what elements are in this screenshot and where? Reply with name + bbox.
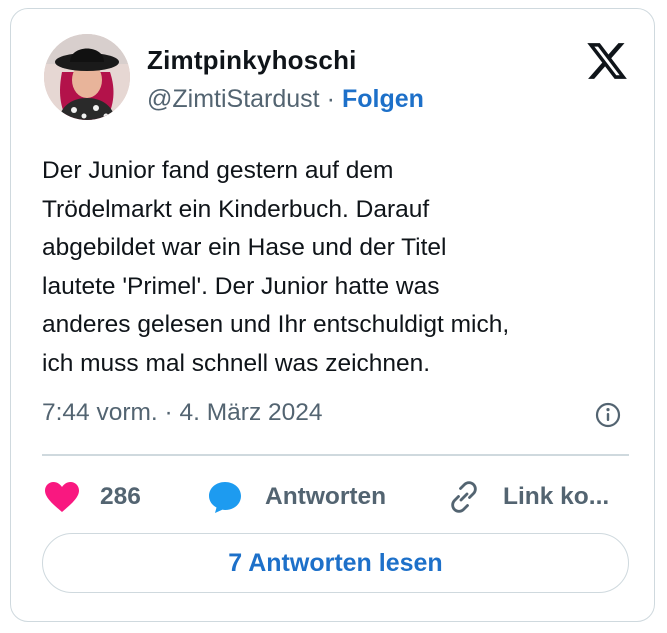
- reply-button[interactable]: Antworten: [207, 479, 386, 515]
- user-avatar-photo: [44, 34, 130, 120]
- author-handle[interactable]: @ZimtiStardust: [147, 85, 320, 113]
- x-logo-icon[interactable]: [585, 39, 629, 83]
- author-handle-row: @ZimtiStardust · Folgen: [147, 85, 424, 114]
- read-replies-button[interactable]: 7 Antworten lesen: [42, 533, 629, 593]
- tweet-card: Zimtpinkyhoschi @ZimtiStardust · Folgen De…: [10, 8, 655, 622]
- divider: [42, 454, 629, 456]
- like-count: 286: [100, 483, 141, 510]
- info-circle-icon[interactable]: [595, 402, 621, 428]
- speech-bubble-icon: [209, 482, 241, 513]
- heart-icon: [45, 482, 79, 512]
- copy-link-label: Link ko...: [503, 483, 610, 510]
- copy-link-button[interactable]: Link ko...: [447, 479, 609, 515]
- author-display-name[interactable]: Zimtpinkyhoschi: [147, 45, 357, 76]
- separator-dot: ·: [326, 85, 335, 113]
- author-avatar[interactable]: [44, 34, 130, 120]
- link-icon: [451, 481, 477, 513]
- follow-button[interactable]: Folgen: [342, 85, 424, 113]
- tweet-text: Der Junior fand gestern auf dem Trödelma…: [42, 157, 510, 377]
- tweet-timestamp[interactable]: 7:44 vorm. · 4. März 2024: [42, 399, 323, 427]
- reply-label: Antworten: [265, 483, 387, 510]
- like-button[interactable]: 286: [44, 479, 141, 515]
